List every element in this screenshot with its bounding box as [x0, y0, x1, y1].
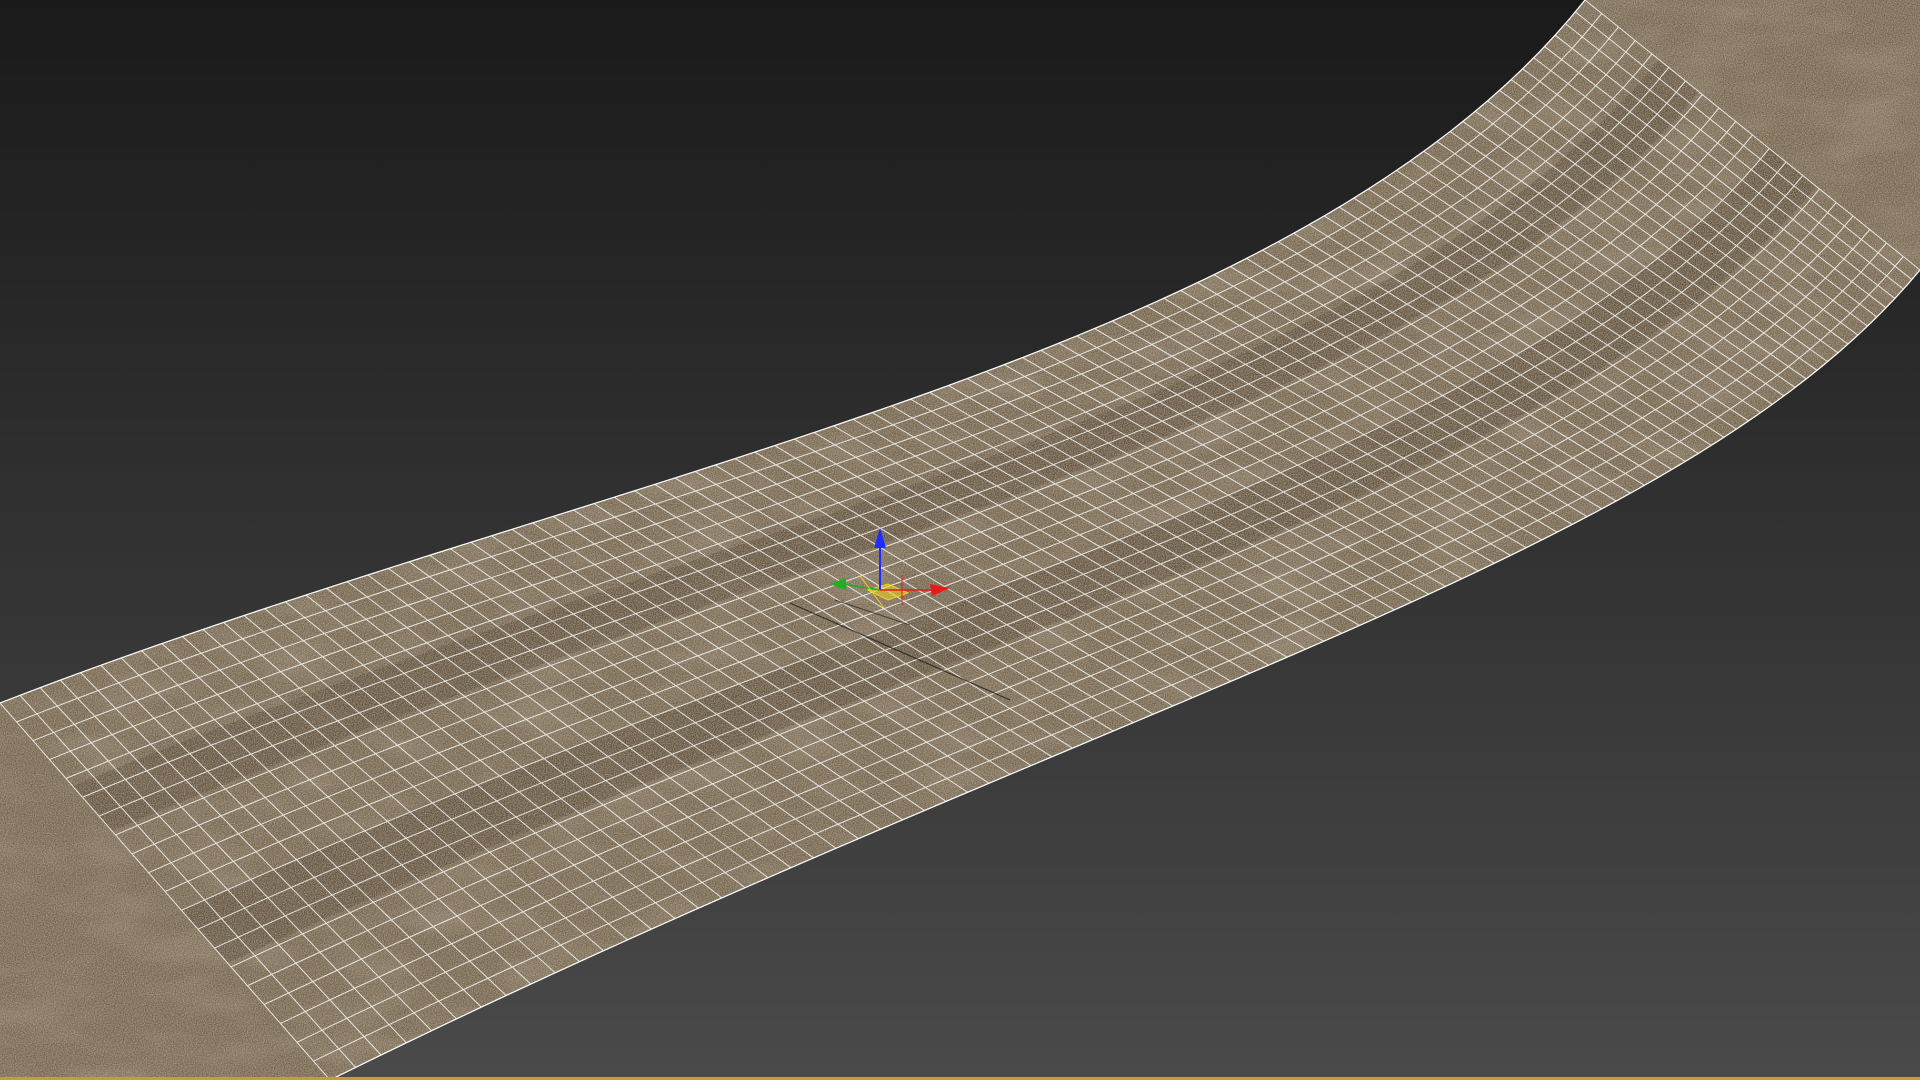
3d-viewport-perspective[interactable] [0, 0, 1920, 1080]
viewport-scene[interactable] [0, 0, 1920, 1080]
